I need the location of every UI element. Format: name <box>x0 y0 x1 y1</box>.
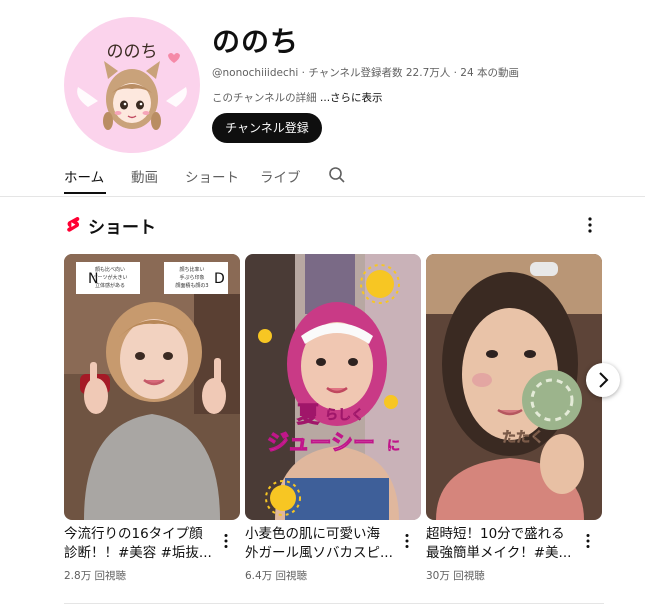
short-thumbnail-image: たたく <box>426 254 602 520</box>
short-title[interactable]: 超時短！10分で盛れる 最強簡単メイク！#美... <box>426 525 576 563</box>
short-thumbnail[interactable]: たたく <box>426 254 602 520</box>
avatar-illustration: ののち <box>77 42 187 130</box>
short-title-line: 診断！！#美容 #垢抜... <box>64 545 212 561</box>
chevron-right-icon <box>599 372 609 388</box>
short-title-line: 最強簡単メイク！#美... <box>426 545 572 561</box>
more-vert-icon[interactable] <box>404 533 410 549</box>
short-title-line: 小麦色の肌に可愛い海 <box>245 526 380 542</box>
overlay-note: 顔ち比率い <box>179 266 204 273</box>
channel-meta: @nonochiiidechi ‧ チャンネル登録者数 22.7万人 ‧ 24 … <box>212 65 519 80</box>
channel-name: ののち <box>212 25 300 58</box>
overlay-letter-d: D <box>214 271 225 287</box>
more-vert-icon[interactable] <box>223 533 229 549</box>
subscriber-count: チャンネル登録者数 22.7万人 <box>308 67 451 79</box>
active-tab-indicator <box>64 192 106 194</box>
more-vert-icon[interactable] <box>586 216 594 234</box>
description-text: このチャンネルの詳細 <box>212 92 321 104</box>
subscribe-button[interactable]: チャンネル登録 <box>212 113 322 143</box>
short-view-count: 6.4万 回視聴 <box>245 570 308 582</box>
show-more-link[interactable]: ...さらに表示 <box>320 92 383 104</box>
short-title-line: 今流行りの16タイプ顔 <box>64 526 203 542</box>
overlay-note: 顔面積も顔の3 <box>175 282 208 289</box>
overlay-caption: 夏 <box>297 403 320 428</box>
next-shorts-button[interactable] <box>586 363 620 397</box>
overlay-note: 手ぷら印象 <box>179 274 204 281</box>
overlay-note: 顔も比べ向い <box>95 266 125 273</box>
overlay-caption: たたく <box>502 430 544 446</box>
overlay-caption: らしく <box>325 408 364 423</box>
section-divider <box>64 603 604 604</box>
shorts-section-title: ショート <box>88 218 156 238</box>
tab-shorts[interactable]: ショート <box>185 166 239 186</box>
tab-live[interactable]: ライブ <box>260 166 301 186</box>
short-view-count: 30万 回視聴 <box>426 570 485 582</box>
short-thumbnail-image: N D 顔も比べ向い パーツが大きい 立体感がある 顔ち比率い 手ぷら印象 顔面… <box>64 254 240 520</box>
short-thumbnail-image: 夏 らしく ジューシー に <box>245 254 421 520</box>
channel-avatar[interactable]: ののち <box>64 17 200 153</box>
overlay-caption: に <box>387 439 400 454</box>
overlay-note: パーツが大きい <box>93 274 128 281</box>
channel-description[interactable]: このチャンネルの詳細 ...さらに表示 <box>212 90 383 105</box>
short-title-line: 超時短！10分で盛れる <box>426 526 565 542</box>
search-icon[interactable] <box>328 166 346 184</box>
video-count: 24 本の動画 <box>460 67 519 79</box>
short-title[interactable]: 小麦色の肌に可愛い海 外ガール風ソバカスピ... <box>245 525 395 563</box>
channel-handle: @nonochiiidechi <box>212 67 299 79</box>
more-vert-icon[interactable] <box>585 533 591 549</box>
avatar-logo-text: ののち <box>107 42 158 62</box>
short-title[interactable]: 今流行りの16タイプ顔 診断！！#美容 #垢抜... <box>64 525 214 563</box>
overlay-note: 立体感がある <box>95 282 125 289</box>
overlay-caption: ジューシー <box>267 431 375 456</box>
tab-videos[interactable]: 動画 <box>131 166 158 186</box>
short-view-count: 2.8万 回視聴 <box>64 570 127 582</box>
tabs-divider <box>0 196 645 197</box>
short-title-line: 外ガール風ソバカスピ... <box>245 545 393 561</box>
short-thumbnail[interactable]: 夏 らしく ジューシー に <box>245 254 421 520</box>
tab-home[interactable]: ホーム <box>64 166 104 186</box>
short-thumbnail[interactable]: N D 顔も比べ向い パーツが大きい 立体感がある 顔ち比率い 手ぷら印象 顔面… <box>64 254 240 520</box>
shorts-logo-icon <box>67 216 80 232</box>
